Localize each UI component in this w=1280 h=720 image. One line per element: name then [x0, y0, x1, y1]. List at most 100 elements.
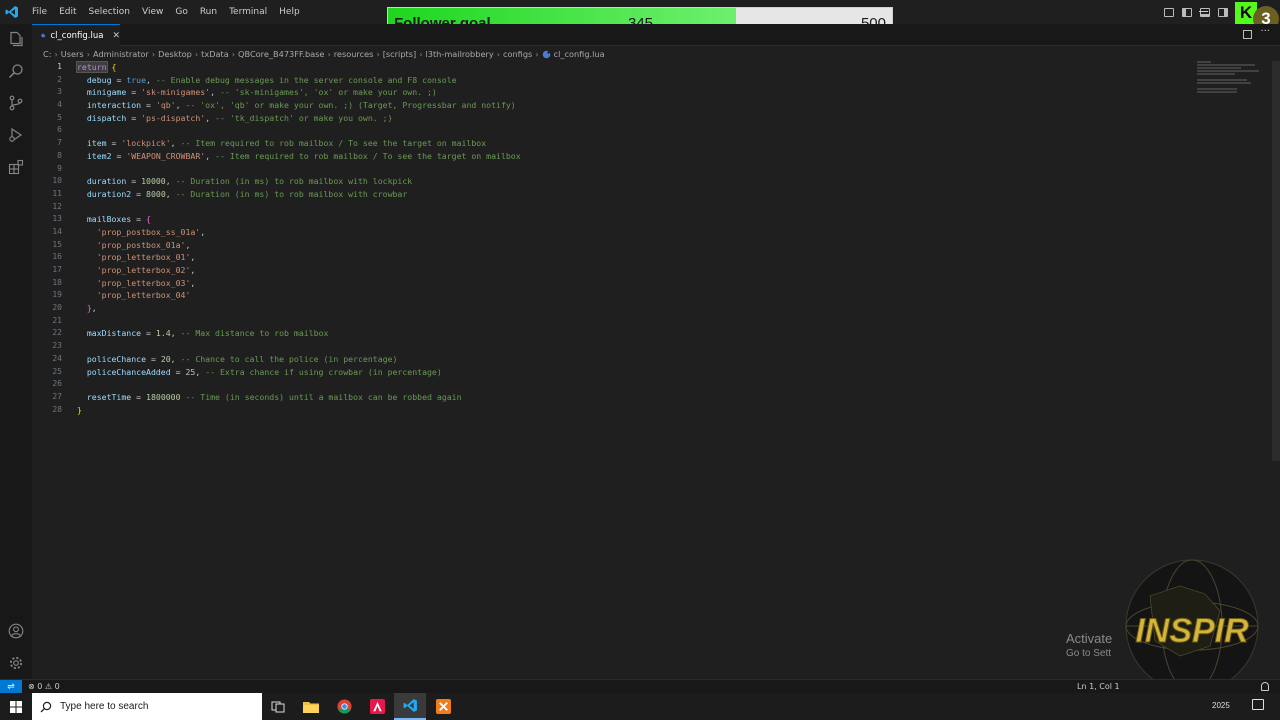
toggle-panel-icon[interactable] — [1200, 7, 1210, 17]
code-token: resetTime — [86, 391, 132, 402]
code-token: , — [190, 277, 196, 288]
breadcrumb-item[interactable]: cl_config.lua — [554, 49, 605, 59]
breadcrumb-item[interactable]: txData — [201, 49, 229, 59]
code-token: , — [210, 87, 220, 98]
notification-center-icon[interactable] — [1252, 699, 1264, 710]
cursor-position[interactable]: Ln 1, Col 1 — [1077, 680, 1120, 694]
line-number: 9 — [57, 163, 62, 173]
breadcrumb-item[interactable]: Users — [61, 49, 84, 59]
breadcrumb-item[interactable]: resources — [334, 49, 374, 59]
remote-indicator-icon[interactable]: ⇌ — [0, 680, 22, 694]
menu-file[interactable]: File — [26, 0, 53, 24]
code-token: 'prop_letterbox_01' — [96, 252, 191, 263]
menu-view[interactable]: View — [136, 0, 169, 24]
breadcrumb-item[interactable]: configs — [503, 49, 532, 59]
chrome-icon[interactable] — [328, 693, 360, 720]
code-token: = — [131, 391, 147, 402]
manage-gear-icon[interactable] — [8, 655, 24, 671]
minimize-icon[interactable] — [1199, 11, 1208, 12]
breadcrumb-item[interactable]: Administrator — [93, 49, 149, 59]
tab-cl-config[interactable]: cl_config.lua ✕ — [32, 24, 120, 46]
code-token: = — [126, 176, 142, 187]
breadcrumb-item[interactable]: C: — [43, 49, 51, 59]
red-app-icon[interactable] — [361, 693, 393, 720]
line-number: 4 — [57, 100, 62, 110]
line-number: 12 — [52, 201, 62, 211]
code-token: , — [170, 328, 181, 339]
code-comment: -- Extra chance if using crowbar (in per… — [205, 366, 442, 377]
breadcrumb-item[interactable]: l3th-mailrobbery — [425, 49, 493, 59]
tab-close-icon[interactable]: ✕ — [112, 31, 120, 41]
menu-go[interactable]: Go — [169, 0, 193, 24]
search-icon[interactable] — [8, 63, 24, 79]
taskbar-search-box[interactable]: Type here to search — [32, 693, 262, 720]
toggle-secondary-sidebar-icon[interactable] — [1218, 7, 1228, 17]
toggle-primary-sidebar-icon[interactable] — [1182, 7, 1192, 17]
code-comment: -- 'tk_dispatch' or make you own. ;) — [215, 112, 393, 123]
code-editor[interactable]: 1 2 3 4 5 6 7 8 9 10 11 12 13 14 15 16 1… — [32, 61, 1280, 679]
line-number: 26 — [52, 379, 62, 389]
chevron-right-icon: › — [376, 49, 380, 59]
accounts-icon[interactable] — [8, 623, 24, 639]
code-line: item2 = 'WEAPON_CROWBAR', -- Item requir… — [77, 150, 521, 163]
code-content[interactable]: return { debug = true, -- Enable debug m… — [76, 61, 521, 416]
line-number-gutter: 1 2 3 4 5 6 7 8 9 10 11 12 13 14 15 16 1… — [32, 61, 62, 416]
code-token: , — [195, 366, 206, 377]
code-line: 'prop_postbox_ss_01a', — [77, 226, 521, 239]
code-token: 20 — [160, 353, 171, 364]
code-line: dispatch = 'ps-dispatch', -- 'tk_dispatc… — [77, 112, 521, 125]
code-token: minigame — [86, 87, 127, 98]
minimap-line — [1197, 91, 1237, 93]
code-token: 'lockpick' — [121, 138, 171, 149]
code-line: 'prop_letterbox_01', — [77, 251, 521, 264]
split-editor-icon[interactable] — [1243, 30, 1252, 39]
line-number: 27 — [52, 391, 62, 401]
menu-run[interactable]: Run — [194, 0, 223, 24]
code-token: maxDistance — [86, 328, 142, 339]
orange-app-icon[interactable] — [427, 693, 459, 720]
file-explorer-icon[interactable] — [295, 693, 327, 720]
code-token: duration — [86, 176, 127, 187]
more-actions-icon[interactable]: ··· — [1260, 26, 1270, 37]
code-token: } — [77, 404, 82, 415]
breadcrumb-item[interactable]: QBCore_B473FF.base — [238, 49, 324, 59]
tray-clock[interactable]: 2025 — [1212, 701, 1230, 710]
chevron-right-icon: › — [151, 49, 156, 59]
minimap[interactable] — [1197, 61, 1269, 101]
menu-selection[interactable]: Selection — [83, 0, 136, 24]
code-token: , — [200, 226, 206, 237]
source-control-icon[interactable] — [8, 95, 24, 111]
menu-edit[interactable]: Edit — [53, 0, 82, 24]
code-token: , — [190, 265, 196, 275]
code-token: = — [106, 138, 122, 149]
line-number: 6 — [57, 125, 62, 135]
minimap-line — [1197, 70, 1259, 72]
lua-file-icon — [542, 50, 550, 58]
notifications-bell-icon[interactable] — [1261, 682, 1269, 691]
breadcrumb-item[interactable]: [scripts] — [383, 49, 416, 59]
vertical-scrollbar[interactable] — [1272, 61, 1280, 461]
task-view-icon[interactable] — [262, 693, 294, 720]
code-token: return — [76, 61, 108, 73]
code-token: 'prop_postbox_ss_01a' — [96, 226, 201, 237]
extensions-icon[interactable] — [8, 159, 24, 175]
code-token: 'ps-dispatch' — [141, 112, 206, 123]
code-token: 'prop_letterbox_03' — [96, 277, 191, 288]
problems-indicator[interactable]: ⊗ 0 ⚠ 0 — [28, 680, 60, 694]
editor-tabs: cl_config.lua ✕ ··· — [32, 24, 1280, 46]
code-line: minigame = 'sk-minigames', -- 'sk-miniga… — [77, 86, 521, 99]
breadcrumb-item[interactable]: Desktop — [158, 49, 192, 59]
run-debug-icon[interactable] — [8, 127, 24, 143]
explorer-icon[interactable] — [8, 31, 24, 47]
code-line: return { — [76, 61, 521, 74]
menu-terminal[interactable]: Terminal — [223, 0, 273, 24]
code-line: debug = true, -- Enable debug messages i… — [77, 74, 521, 87]
customize-layout-icon[interactable] — [1164, 7, 1174, 17]
code-comment: -- Duration (in ms) to rob mailbox with … — [175, 188, 408, 199]
tab-label: cl_config.lua — [50, 30, 104, 41]
minimap-line — [1197, 73, 1235, 75]
menu-help[interactable]: Help — [273, 0, 306, 24]
vscode-taskbar-icon[interactable] — [394, 693, 426, 720]
breadcrumb: C: › Users › Administrator › Desktop › txDat… — [32, 46, 605, 62]
windows-start-icon[interactable] — [0, 693, 32, 720]
